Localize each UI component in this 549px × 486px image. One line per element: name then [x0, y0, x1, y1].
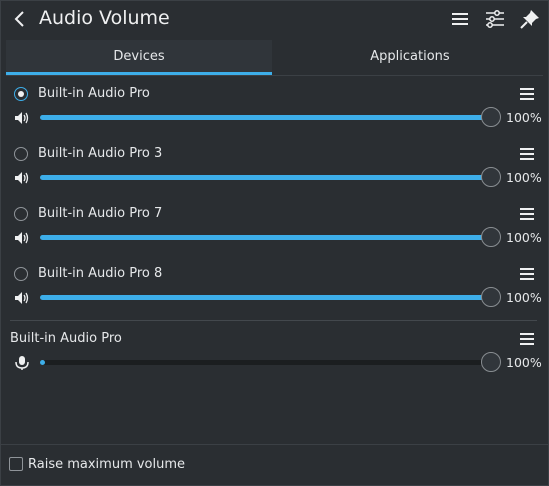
device-menu-icon[interactable] [520, 268, 534, 280]
input-level-fill [40, 360, 45, 365]
device-volume-handle[interactable] [481, 107, 501, 127]
device-volume-row: 100% [0, 286, 549, 310]
device-volume-row: 100% [0, 106, 549, 130]
device-volume-handle[interactable] [481, 227, 501, 247]
device-volume-slider[interactable] [40, 235, 490, 240]
volume-fill [40, 235, 490, 240]
device-row: Built-in Audio Pro 8 [0, 266, 549, 286]
device-row: Built-in Audio Pro 7 [0, 206, 549, 226]
device-volume-handle[interactable] [481, 287, 501, 307]
tab-applications[interactable]: Applications [277, 40, 543, 75]
device-name: Built-in Audio Pro 7 [38, 206, 163, 221]
section-separator [10, 320, 537, 321]
device-volume-percent: 100% [506, 230, 542, 245]
input-device-menu-icon[interactable] [520, 333, 534, 345]
device-default-radio[interactable] [14, 87, 28, 101]
volume-fill [40, 295, 490, 300]
device-default-radio[interactable] [14, 267, 28, 281]
input-volume-percent: 100% [506, 355, 542, 370]
device-volume-handle[interactable] [481, 167, 501, 187]
input-device-name: Built-in Audio Pro [10, 331, 122, 346]
device-default-radio[interactable] [14, 147, 28, 161]
mixer-settings-icon[interactable] [484, 8, 506, 30]
device-volume-percent: 100% [506, 110, 542, 125]
device-volume-slider[interactable] [40, 175, 490, 180]
header: Audio Volume [0, 0, 549, 38]
speaker-icon[interactable] [14, 291, 30, 305]
tab-divider [6, 75, 543, 76]
device-row: Built-in Audio Pro [0, 86, 549, 106]
volume-fill [40, 175, 490, 180]
device-name: Built-in Audio Pro 8 [38, 266, 163, 281]
speaker-icon[interactable] [14, 111, 30, 125]
tab-bar: Devices Applications [6, 40, 543, 76]
hamburger-menu-icon[interactable] [449, 8, 471, 30]
speaker-icon[interactable] [14, 231, 30, 245]
device-menu-icon[interactable] [520, 88, 534, 100]
device-volume-percent: 100% [506, 170, 542, 185]
raise-max-volume-checkbox[interactable] [9, 457, 23, 471]
device-name: Built-in Audio Pro [38, 86, 150, 101]
page-title: Audio Volume [39, 7, 170, 29]
device-row: Built-in Audio Pro 3 [0, 146, 549, 166]
raise-max-volume-label: Raise maximum volume [28, 457, 186, 472]
device-volume-percent: 100% [506, 290, 542, 305]
device-menu-icon[interactable] [520, 208, 534, 220]
input-device-header: Built-in Audio Pro [0, 331, 549, 351]
input-volume-handle[interactable] [481, 352, 501, 372]
back-arrow-icon[interactable] [10, 8, 30, 30]
tab-devices[interactable]: Devices [6, 40, 272, 75]
device-volume-row: 100% [0, 226, 549, 250]
footer-divider [0, 444, 549, 445]
speaker-icon[interactable] [14, 171, 30, 185]
input-volume-row: 100% [0, 351, 549, 375]
device-name: Built-in Audio Pro 3 [38, 146, 163, 161]
device-volume-slider[interactable] [40, 115, 490, 120]
microphone-icon[interactable] [14, 356, 30, 370]
device-default-radio[interactable] [14, 207, 28, 221]
volume-fill [40, 115, 490, 120]
device-volume-slider[interactable] [40, 295, 490, 300]
device-menu-icon[interactable] [520, 148, 534, 160]
input-volume-slider[interactable] [40, 360, 490, 365]
device-volume-row: 100% [0, 166, 549, 190]
pin-icon[interactable] [519, 8, 541, 30]
